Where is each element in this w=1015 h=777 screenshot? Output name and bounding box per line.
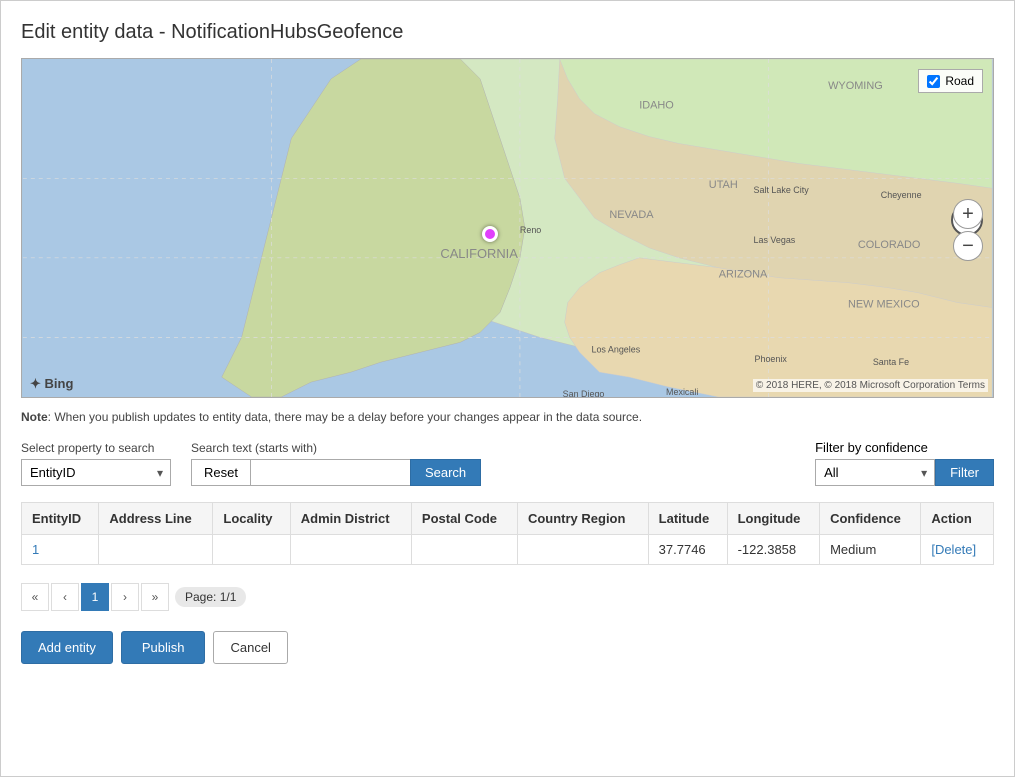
svg-text:COLORADO: COLORADO [858, 239, 921, 251]
map-marker[interactable] [482, 226, 498, 242]
svg-text:San Diego: San Diego [563, 389, 605, 397]
property-select[interactable]: EntityID Address Line Locality Admin Dis… [21, 459, 171, 486]
cell-address-line [99, 535, 213, 565]
svg-text:UTAH: UTAH [709, 179, 738, 191]
col-postal-code: Postal Code [411, 503, 517, 535]
cell-locality [213, 535, 290, 565]
table-row: 1 37.7746 -122.3858 Medium [Delete] [22, 535, 994, 565]
svg-text:Santa Fe: Santa Fe [873, 357, 909, 367]
svg-text:WYOMING: WYOMING [828, 80, 883, 92]
filter-group: Filter by confidence All High Medium Low… [815, 440, 994, 486]
bing-logo: ✦ Bing [30, 376, 73, 392]
data-table: EntityID Address Line Locality Admin Dis… [21, 502, 994, 565]
pagination: « ‹ 1 › » Page: 1/1 [21, 575, 994, 619]
delete-link[interactable]: [Delete] [931, 542, 976, 557]
svg-text:CALIFORNIA: CALIFORNIA [440, 246, 518, 261]
entity-id-link[interactable]: 1 [32, 542, 39, 557]
search-input[interactable] [250, 459, 410, 486]
svg-text:Reno: Reno [520, 225, 541, 235]
svg-text:Salt Lake City: Salt Lake City [754, 185, 810, 195]
page-info: Page: 1/1 [175, 587, 246, 607]
filter-button[interactable]: Filter [935, 459, 994, 486]
prev-page-button[interactable]: ‹ [51, 583, 79, 611]
svg-text:Mexicali: Mexicali [666, 387, 698, 397]
cell-confidence: Medium [820, 535, 921, 565]
note-text: Note: When you publish updates to entity… [21, 408, 994, 426]
current-page-button[interactable]: 1 [81, 583, 109, 611]
svg-text:Los Angeles: Los Angeles [592, 344, 641, 354]
main-window: Edit entity data - NotificationHubsGeofe… [0, 0, 1015, 777]
page-title: Edit entity data - NotificationHubsGeofe… [21, 21, 994, 44]
cell-entity-id: 1 [22, 535, 99, 565]
publish-button[interactable]: Publish [121, 631, 206, 664]
property-search-group: Select property to search EntityID Addre… [21, 441, 171, 486]
map-container[interactable]: CALIFORNIA NEVADA UTAH NEW MEXICO ARIZON… [21, 58, 994, 398]
search-input-group: Reset Search [191, 459, 481, 486]
svg-text:NEVADA: NEVADA [609, 209, 654, 221]
footer-buttons: Add entity Publish Cancel [21, 631, 994, 664]
property-label: Select property to search [21, 441, 171, 455]
col-locality: Locality [213, 503, 290, 535]
filter-label: Filter by confidence [815, 440, 994, 455]
reset-button[interactable]: Reset [191, 459, 250, 486]
svg-text:ARIZONA: ARIZONA [719, 269, 768, 281]
cell-country-region [517, 535, 648, 565]
table-body: 1 37.7746 -122.3858 Medium [Delete] [22, 535, 994, 565]
add-entity-button[interactable]: Add entity [21, 631, 113, 664]
svg-text:Cheyenne: Cheyenne [881, 190, 922, 200]
cell-postal-code [411, 535, 517, 565]
filter-select[interactable]: All High Medium Low [815, 459, 935, 486]
svg-text:Phoenix: Phoenix [755, 354, 788, 364]
last-page-button[interactable]: » [141, 583, 169, 611]
search-text-group: Search text (starts with) Reset Search [191, 441, 481, 486]
cell-longitude: -122.3858 [727, 535, 819, 565]
road-label: Road [945, 74, 974, 88]
road-control[interactable]: Road [918, 69, 983, 93]
search-button[interactable]: Search [410, 459, 481, 486]
col-address-line: Address Line [99, 503, 213, 535]
cell-latitude: 37.7746 [648, 535, 727, 565]
cancel-button[interactable]: Cancel [213, 631, 287, 664]
note-content: : When you publish updates to entity dat… [48, 410, 642, 424]
zoom-out-button[interactable]: − [953, 231, 983, 261]
search-bar: Select property to search EntityID Addre… [21, 440, 994, 486]
cell-action: [Delete] [921, 535, 994, 565]
road-checkbox[interactable] [927, 75, 940, 88]
map-background: CALIFORNIA NEVADA UTAH NEW MEXICO ARIZON… [22, 59, 993, 397]
col-confidence: Confidence [820, 503, 921, 535]
map-attribution: © 2018 HERE, © 2018 Microsoft Corporatio… [753, 379, 988, 392]
table-header: EntityID Address Line Locality Admin Dis… [22, 503, 994, 535]
col-admin-district: Admin District [290, 503, 411, 535]
col-action: Action [921, 503, 994, 535]
zoom-controls: + − [953, 199, 983, 261]
svg-text:NEW MEXICO: NEW MEXICO [848, 299, 920, 311]
note-bold: Note [21, 410, 48, 424]
col-longitude: Longitude [727, 503, 819, 535]
filter-select-wrapper: All High Medium Low [815, 459, 935, 486]
svg-text:IDAHO: IDAHO [639, 100, 674, 112]
col-entity-id: EntityID [22, 503, 99, 535]
zoom-in-button[interactable]: + [953, 199, 983, 229]
svg-text:Las Vegas: Las Vegas [754, 235, 796, 245]
filter-input-group: All High Medium Low Filter [815, 459, 994, 486]
first-page-button[interactable]: « [21, 583, 49, 611]
col-country-region: Country Region [517, 503, 648, 535]
cell-admin-district [290, 535, 411, 565]
property-select-wrapper: EntityID Address Line Locality Admin Dis… [21, 459, 171, 486]
next-page-button[interactable]: › [111, 583, 139, 611]
col-latitude: Latitude [648, 503, 727, 535]
search-label: Search text (starts with) [191, 441, 481, 455]
